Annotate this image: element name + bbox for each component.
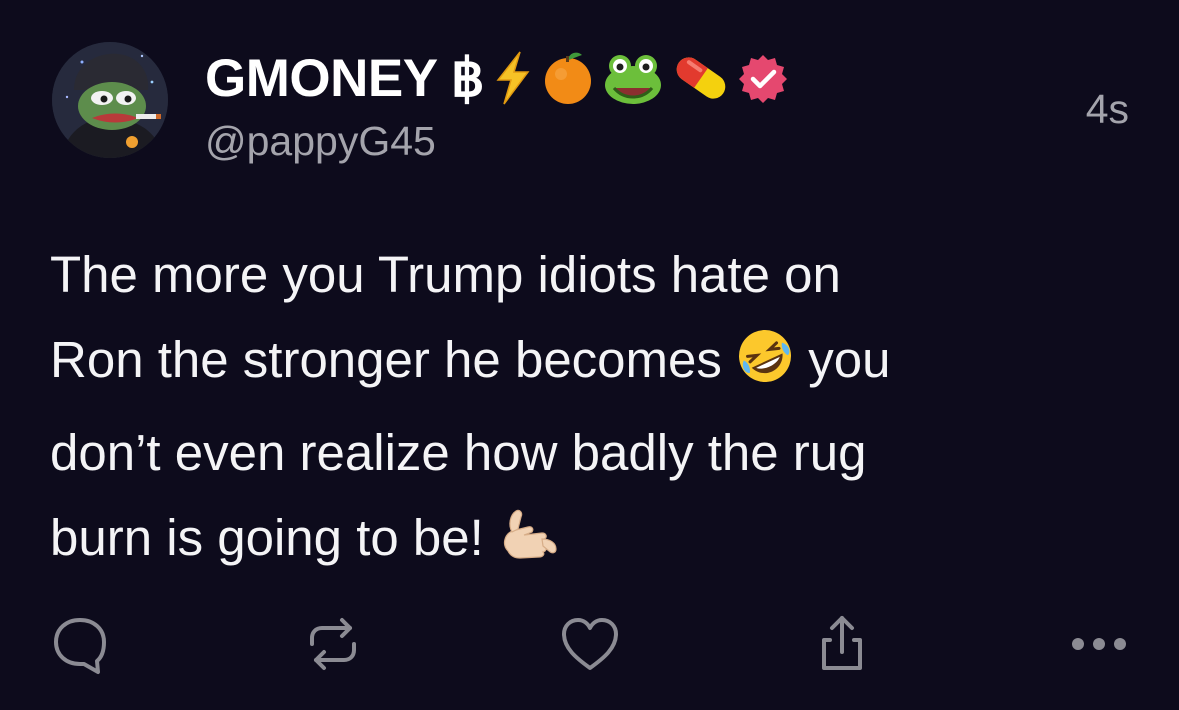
ellipsis-icon (1072, 638, 1126, 650)
tweet-text-line: The more you Trump idiots hate on (50, 246, 841, 303)
tweet-text-line: burn is going to be! (50, 495, 1140, 588)
pepe-avatar-image (52, 42, 168, 158)
tangerine-emoji (540, 50, 596, 106)
share-button[interactable] (812, 612, 876, 676)
avatar[interactable] (52, 42, 168, 158)
tweet-text-segment: Ron the stronger he becomes (50, 331, 737, 388)
tweet-text: The more you Trump idiots hate on Ron th… (50, 232, 1140, 588)
pill-emoji (670, 50, 732, 106)
lightning-emoji (490, 50, 534, 106)
call-me-hand-emoji (498, 503, 560, 588)
author-name-row: GMONEY ฿ (205, 40, 788, 116)
tweet-text-segment: you (794, 331, 891, 388)
tweet-action-bar (0, 612, 1179, 676)
rolling-on-floor-laughing-emoji (736, 325, 794, 410)
like-button[interactable] (558, 612, 622, 676)
repost-button[interactable] (302, 612, 366, 676)
repost-arrows-icon (310, 618, 356, 670)
speech-bubble-icon (54, 618, 106, 674)
author-display-name[interactable]: GMONEY ฿ (205, 48, 485, 109)
reply-button[interactable] (50, 612, 114, 676)
frog-emoji (602, 50, 664, 106)
tweet-text-line: Ron the stronger he becomes you (50, 317, 1140, 410)
heart-icon (562, 618, 618, 670)
tweet-text-line: don’t even realize how badly the rug (50, 424, 867, 481)
author-handle[interactable]: @pappyG45 (205, 118, 436, 165)
tweet-text-segment: burn is going to be! (50, 509, 498, 566)
tweet-timestamp: 4s (1085, 86, 1129, 132)
more-options-button[interactable] (1064, 612, 1134, 676)
verified-badge-icon (738, 53, 788, 103)
share-upload-icon (822, 616, 862, 670)
